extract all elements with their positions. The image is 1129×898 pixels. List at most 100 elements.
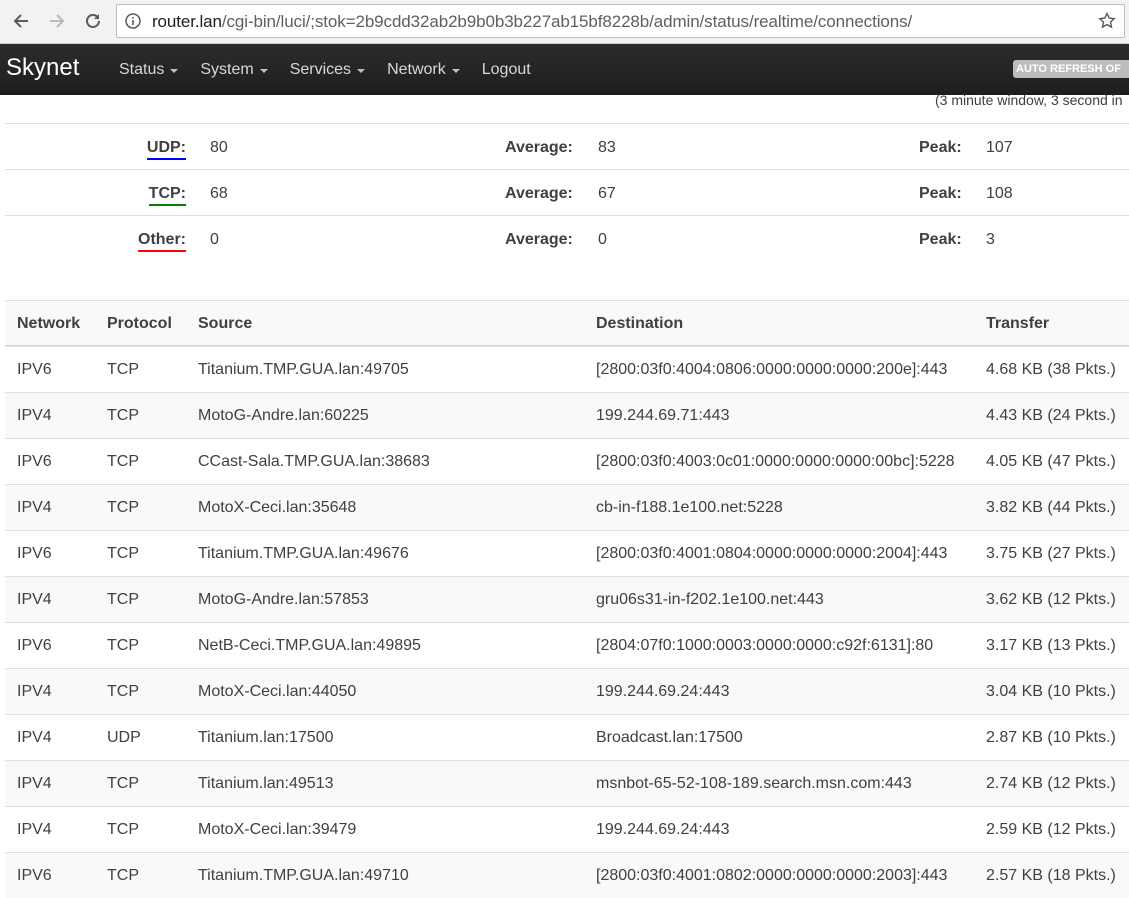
- cell-source: Titanium.lan:17500: [198, 729, 334, 746]
- cell-protocol: TCP: [107, 867, 139, 884]
- other-average: 0: [598, 231, 607, 248]
- menu-label: Status: [119, 60, 165, 78]
- cell-source: MotoG-Andre.lan:57853: [198, 591, 369, 608]
- cell-destination: [2800:03f0:4001:0804:0000:0000:0000:2004…: [596, 545, 948, 562]
- url-text: router.lan/cgi-bin/luci/;stok=2b9cdd32ab…: [152, 12, 912, 32]
- table-row: IPV6 TCP Titanium.TMP.GUA.lan:49705 [2800:0…: [5, 346, 1129, 392]
- cell-destination: [2800:03f0:4003:0c01:0000:0000:0000:00bc…: [596, 453, 955, 470]
- cell-network: IPV4: [17, 407, 52, 424]
- table-row: IPV4 TCP Titanium.lan:49513 msnbot-65-52-10…: [5, 760, 1129, 806]
- table-row: IPV6 TCP CCast-Sala.TMP.GUA.lan:38683 [2800…: [5, 438, 1129, 484]
- cell-protocol: UDP: [107, 729, 141, 746]
- cell-destination: gru06s31-in-f202.1e100.net:443: [596, 591, 824, 608]
- forward-button[interactable]: [44, 8, 70, 34]
- table-row: IPV4 TCP MotoX-Ceci.lan:35648 cb-in-f188.1e…: [5, 484, 1129, 530]
- cell-protocol: TCP: [107, 683, 139, 700]
- tcp-peak: 108: [986, 185, 1013, 202]
- cell-network: IPV4: [17, 821, 52, 838]
- back-button[interactable]: [8, 8, 34, 34]
- cell-transfer: 2.59 KB (12 Pkts.): [986, 821, 1116, 838]
- udp-value: 80: [210, 139, 228, 156]
- url-host: router.lan: [152, 12, 222, 31]
- reload-icon: [86, 14, 100, 28]
- menu-system[interactable]: System: [189, 61, 278, 79]
- column-header-source: Source: [198, 315, 253, 332]
- cell-network: IPV6: [17, 637, 52, 654]
- back-arrow-icon: [13, 14, 28, 28]
- cell-transfer: 3.62 KB (12 Pkts.): [986, 591, 1116, 608]
- menu-label: Logout: [481, 60, 531, 78]
- caret-down-icon: [170, 68, 179, 73]
- udp-average: 83: [598, 139, 616, 156]
- graph-window-note: (3 minute window, 3 second in: [935, 92, 1123, 108]
- average-label: Average:: [505, 185, 573, 202]
- cell-destination: 199.244.69.24:443: [596, 821, 730, 838]
- browser-toolbar: router.lan/cgi-bin/luci/;stok=2b9cdd32ab…: [0, 0, 1129, 44]
- cell-source: MotoX-Ceci.lan:44050: [198, 683, 357, 700]
- brand-logo[interactable]: Skynet: [6, 54, 79, 82]
- reload-button[interactable]: [80, 8, 106, 34]
- menu-status[interactable]: Status: [108, 61, 189, 79]
- menu-label: Services: [289, 60, 352, 78]
- cell-protocol: TCP: [107, 775, 139, 792]
- address-bar[interactable]: router.lan/cgi-bin/luci/;stok=2b9cdd32ab…: [116, 4, 1125, 38]
- cell-transfer: 3.17 KB (13 Pkts.): [986, 637, 1116, 654]
- table-row: IPV4 TCP MotoG-Andre.lan:60225 199.244.69.7…: [5, 392, 1129, 438]
- cell-network: IPV6: [17, 453, 52, 470]
- cell-network: IPV4: [17, 683, 52, 700]
- caret-down-icon: [259, 68, 268, 73]
- caret-down-icon: [357, 68, 366, 73]
- summary-row-other: Other: 0 Average: 0 Peak: 3: [5, 215, 1129, 261]
- summary-row-udp: UDP: 80 Average: 83 Peak: 107: [5, 123, 1129, 169]
- cell-network: IPV6: [17, 867, 52, 884]
- cell-destination: cb-in-f188.1e100.net:5228: [596, 499, 783, 516]
- cell-source: MotoG-Andre.lan:60225: [198, 407, 369, 424]
- udp-peak: 107: [986, 139, 1013, 156]
- cell-destination: Broadcast.lan:17500: [596, 729, 743, 746]
- table-row: IPV6 TCP NetB-Ceci.TMP.GUA.lan:49895 [2804:…: [5, 622, 1129, 668]
- auto-refresh-toggle[interactable]: AUTO REFRESH OF: [1013, 60, 1129, 78]
- table-row: IPV4 UDP Titanium.lan:17500 Broadcast.lan:1…: [5, 714, 1129, 760]
- cell-destination: [2800:03f0:4001:0802:0000:0000:0000:2003…: [596, 867, 948, 884]
- cell-transfer: 3.75 KB (27 Pkts.): [986, 545, 1116, 562]
- cell-destination: [2804:07f0:1000:0003:0000:0000:c92f:6131…: [596, 637, 934, 654]
- cell-network: IPV4: [17, 775, 52, 792]
- cell-transfer: 3.82 KB (44 Pkts.): [986, 499, 1116, 516]
- cell-source: Titanium.TMP.GUA.lan:49710: [198, 867, 409, 884]
- other-label: Other:: [138, 231, 186, 252]
- cell-destination: msnbot-65-52-108-189.search.msn.com:443: [596, 775, 912, 792]
- average-label: Average:: [505, 139, 573, 156]
- other-peak: 3: [986, 231, 995, 248]
- cell-transfer: 2.74 KB (12 Pkts.): [986, 775, 1116, 792]
- app-header: Skynet Status System Services Network Lo…: [0, 44, 1129, 95]
- main-menu: Status System Services Network Logout: [108, 44, 542, 95]
- cell-protocol: TCP: [107, 821, 139, 838]
- connection-summary: UDP: 80 Average: 83 Peak: 107 TCP: 68 Av…: [5, 123, 1129, 261]
- cell-source: MotoX-Ceci.lan:39479: [198, 821, 357, 838]
- table-row: IPV6 TCP Titanium.TMP.GUA.lan:49676 [2800:0…: [5, 530, 1129, 576]
- bookmark-star-icon[interactable]: [1098, 12, 1116, 30]
- peak-label: Peak:: [919, 139, 962, 156]
- cell-protocol: TCP: [107, 499, 139, 516]
- menu-label: System: [200, 60, 254, 78]
- tcp-label: TCP:: [148, 185, 186, 206]
- menu-services[interactable]: Services: [279, 61, 376, 79]
- cell-network: IPV4: [17, 499, 52, 516]
- menu-network[interactable]: Network: [376, 61, 471, 79]
- table-row: IPV6 TCP Titanium.TMP.GUA.lan:49710 [2800:0…: [5, 852, 1129, 898]
- table-body: IPV6 TCP Titanium.TMP.GUA.lan:49705 [2800:0…: [5, 346, 1129, 898]
- menu-logout[interactable]: Logout: [471, 61, 542, 79]
- info-icon[interactable]: [125, 13, 141, 29]
- cell-source: Titanium.lan:49513: [198, 775, 334, 792]
- cell-source: Titanium.TMP.GUA.lan:49705: [198, 361, 409, 378]
- peak-label: Peak:: [919, 185, 962, 202]
- cell-transfer: 3.04 KB (10 Pkts.): [986, 683, 1116, 700]
- udp-label: UDP:: [146, 139, 186, 160]
- cell-protocol: TCP: [107, 545, 139, 562]
- cell-protocol: TCP: [107, 591, 139, 608]
- cell-protocol: TCP: [107, 407, 139, 424]
- column-header-network: Network: [17, 315, 81, 332]
- cell-protocol: TCP: [107, 453, 139, 470]
- column-header-destination: Destination: [596, 315, 684, 332]
- cell-network: IPV6: [17, 361, 52, 378]
